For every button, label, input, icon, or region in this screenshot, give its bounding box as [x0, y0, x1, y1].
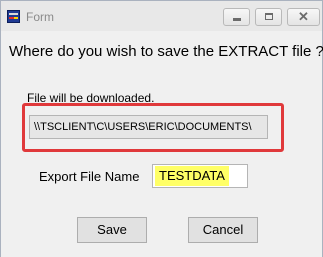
export-file-name-label: Export File Name — [39, 169, 140, 184]
save-question: Where do you wish to save the EXTRACT fi… — [9, 43, 323, 60]
close-icon: ✕ — [298, 9, 309, 24]
save-path-field[interactable]: \\TSCLIENT\C\USERS\ERIC\DOCUMENTS\ — [29, 115, 268, 139]
minimize-icon — [233, 18, 241, 21]
minimize-button[interactable] — [223, 8, 250, 26]
title-bar[interactable]: Form ✕ — [1, 1, 322, 31]
window-title: Form — [26, 10, 54, 24]
app-form-icon — [7, 10, 20, 23]
export-file-name-value: TESTDATA — [155, 166, 229, 186]
export-file-name-input[interactable]: TESTDATA — [152, 164, 248, 188]
maximize-button[interactable] — [255, 8, 282, 26]
cancel-button[interactable]: Cancel — [188, 217, 258, 243]
form-window: Form ✕ Where do you wish to save the EXT… — [0, 0, 323, 257]
close-button[interactable]: ✕ — [287, 8, 320, 26]
save-button[interactable]: Save — [77, 217, 147, 243]
maximize-icon — [265, 13, 273, 20]
